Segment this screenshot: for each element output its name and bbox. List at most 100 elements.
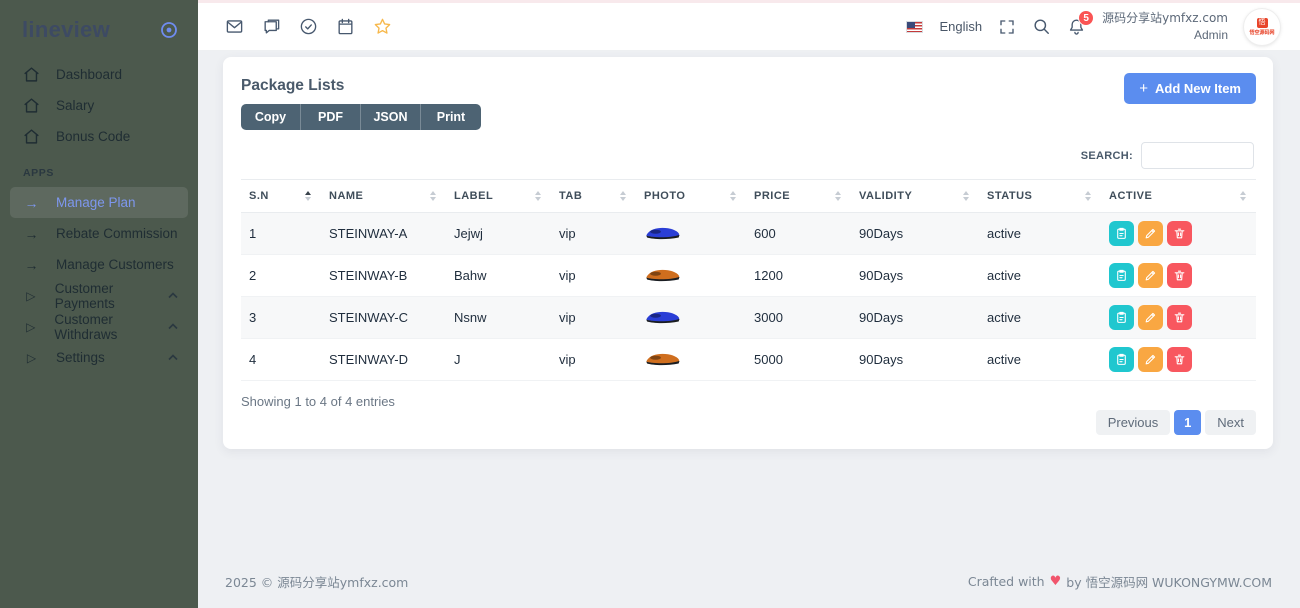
sort-carets-icon <box>963 191 969 201</box>
column-header-status[interactable]: STATUS <box>979 179 1101 213</box>
play-icon: ▷ <box>26 319 36 334</box>
sidebar-item-label: Bonus Code <box>56 129 131 144</box>
column-header-photo[interactable]: PHOTO <box>636 179 746 213</box>
sidebar-item-label: Settings <box>56 350 105 365</box>
sidebar-item-label: Dashboard <box>56 67 123 82</box>
copy-button[interactable]: Copy <box>241 104 301 130</box>
table-row: 2 STEINWAY-B Bahw vip 1200 90Days active <box>241 254 1256 297</box>
cell-validity: 90Days <box>851 212 979 255</box>
cell-sn: 3 <box>241 296 321 339</box>
delete-button[interactable] <box>1167 305 1192 330</box>
view-button[interactable] <box>1109 263 1134 288</box>
chat-icon[interactable] <box>262 17 281 36</box>
previous-page-button[interactable]: Previous <box>1095 410 1171 435</box>
edit-button[interactable] <box>1138 221 1163 246</box>
sidebar-item-manage-plan[interactable]: → Manage Plan <box>10 187 188 218</box>
delete-button[interactable] <box>1167 347 1192 372</box>
product-photo <box>644 309 681 324</box>
sidebar-item-manage-customers[interactable]: → Manage Customers <box>0 249 198 280</box>
cell-name: STEINWAY-A <box>321 212 446 255</box>
cell-photo <box>636 212 746 255</box>
sidebar-item-rebate-commission[interactable]: → Rebate Commission <box>0 218 198 249</box>
play-icon: ▷ <box>26 288 36 303</box>
avatar[interactable]: 悟 悟空源码网 <box>1244 8 1280 45</box>
view-button[interactable] <box>1109 347 1134 372</box>
sidebar-item-label: Rebate Commission <box>56 226 178 241</box>
column-header-label[interactable]: LABEL <box>446 179 551 213</box>
cell-sn: 4 <box>241 338 321 381</box>
column-header-tab[interactable]: TAB <box>551 179 636 213</box>
table-row: 3 STEINWAY-C Nsnw vip 3000 90Days active <box>241 296 1256 339</box>
delete-button[interactable] <box>1167 263 1192 288</box>
search-icon[interactable] <box>1032 17 1051 36</box>
arrow-right-icon: → <box>24 256 39 273</box>
delete-button[interactable] <box>1167 221 1192 246</box>
play-icon: ▷ <box>26 350 37 365</box>
product-photo <box>644 225 681 240</box>
cell-tab: vip <box>551 212 636 255</box>
cell-name: STEINWAY-B <box>321 254 446 297</box>
column-header-price[interactable]: PRICE <box>746 179 851 213</box>
json-button[interactable]: JSON <box>361 104 421 130</box>
view-button[interactable] <box>1109 305 1134 330</box>
add-new-item-button[interactable]: + Add New Item <box>1124 73 1256 104</box>
edit-button[interactable] <box>1138 305 1163 330</box>
sidebar-item-label: Manage Customers <box>56 257 174 272</box>
edit-button[interactable] <box>1138 263 1163 288</box>
cell-status: active <box>979 296 1101 339</box>
sidebar-item-customer-withdraws[interactable]: ▷ Customer Withdraws <box>0 311 198 342</box>
chevron-up-icon <box>168 354 178 361</box>
bell-icon[interactable]: 5 <box>1067 10 1095 36</box>
cell-name: STEINWAY-D <box>321 338 446 381</box>
fullscreen-icon[interactable] <box>998 18 1016 36</box>
sidebar-item-label: Salary <box>56 98 95 113</box>
user-menu[interactable]: 源码分享站ymfxz.com Admin <box>1102 10 1228 42</box>
cell-photo <box>636 254 746 297</box>
sidebar-section-apps: APPS <box>23 167 54 179</box>
language-selector[interactable]: English <box>939 19 982 34</box>
column-header-name[interactable]: NAME <box>321 179 446 213</box>
page-1-button[interactable]: 1 <box>1174 410 1202 435</box>
cell-price: 1200 <box>746 254 851 297</box>
print-button[interactable]: Print <box>421 104 481 130</box>
sidebar-item-settings[interactable]: ▷ Settings <box>0 342 198 373</box>
cell-price: 5000 <box>746 338 851 381</box>
arrow-right-icon: → <box>24 225 39 242</box>
user-site-name: 源码分享站ymfxz.com <box>1102 11 1228 26</box>
view-button[interactable] <box>1109 221 1134 246</box>
sort-carets-icon <box>1240 191 1246 201</box>
plus-icon: + <box>1139 80 1149 97</box>
sidebar-nav: Dashboard Salary Bonus Code APPS → Manag… <box>0 59 198 373</box>
cell-label: Bahw <box>446 254 551 297</box>
cell-validity: 90Days <box>851 296 979 339</box>
column-header-sn[interactable]: S.N <box>241 179 321 213</box>
cell-tab: vip <box>551 338 636 381</box>
table-header-row: S.N NAME LABEL TAB PHOTO PRICE VALIDITY … <box>241 179 1256 213</box>
check-circle-icon[interactable] <box>299 17 318 36</box>
pdf-button[interactable]: PDF <box>301 104 361 130</box>
cell-actions <box>1101 212 1256 255</box>
cell-label: Nsnw <box>446 296 551 339</box>
cell-tab: vip <box>551 254 636 297</box>
sort-carets-icon <box>430 191 436 201</box>
entries-summary: Showing 1 to 4 of 4 entries <box>241 394 395 409</box>
sidebar: lineview Dashboard Salary Bonus Code APP… <box>0 0 198 608</box>
calendar-icon[interactable] <box>336 17 355 36</box>
sidebar-toggle-icon[interactable] <box>160 21 178 39</box>
next-page-button[interactable]: Next <box>1205 410 1256 435</box>
mail-icon[interactable] <box>225 17 244 36</box>
column-header-active[interactable]: ACTIVE <box>1101 179 1256 213</box>
sort-carets-icon <box>535 191 541 201</box>
edit-button[interactable] <box>1138 347 1163 372</box>
star-icon[interactable] <box>373 17 392 36</box>
column-header-validity[interactable]: VALIDITY <box>851 179 979 213</box>
cell-validity: 90Days <box>851 338 979 381</box>
main-content: Package Lists Copy PDF JSON Print + Add … <box>198 51 1300 608</box>
sidebar-item-bonus-code[interactable]: Bonus Code <box>0 121 198 152</box>
sidebar-item-customer-payments[interactable]: ▷ Customer Payments <box>0 280 198 311</box>
table-search-input[interactable] <box>1141 142 1254 169</box>
chevron-up-icon <box>168 323 178 330</box>
sidebar-item-dashboard[interactable]: Dashboard <box>0 59 198 90</box>
app-logo[interactable]: lineview <box>22 17 110 43</box>
sidebar-item-salary[interactable]: Salary <box>0 90 198 121</box>
